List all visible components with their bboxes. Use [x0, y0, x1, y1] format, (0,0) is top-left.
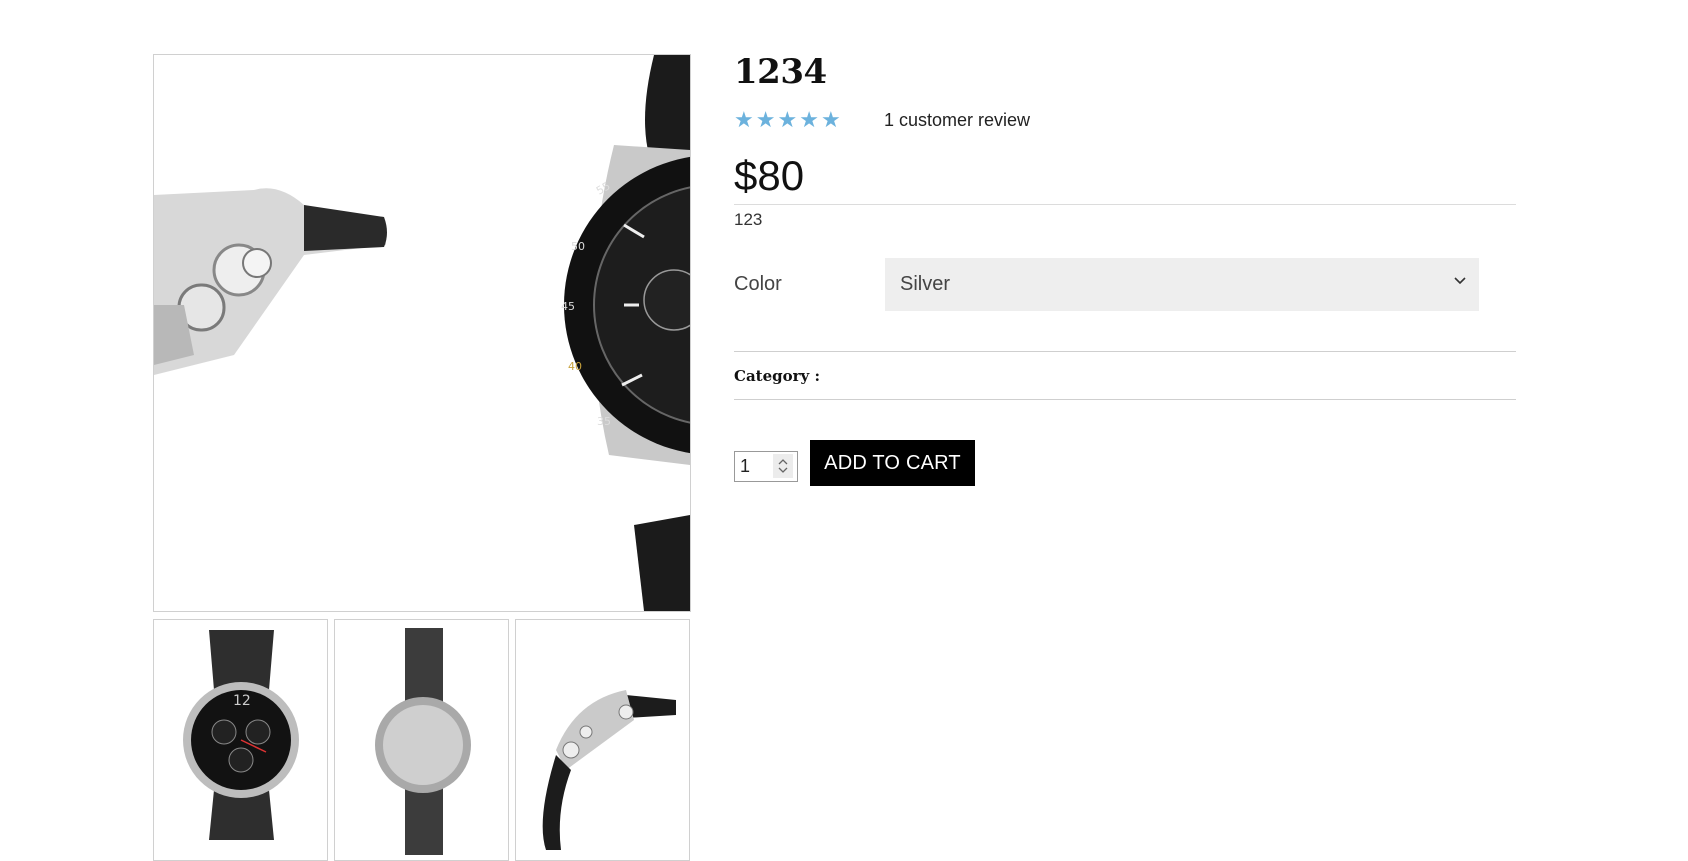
- product-price: $80: [734, 152, 805, 199]
- short-description: 123: [734, 210, 763, 229]
- thumbnail-side[interactable]: [515, 619, 690, 861]
- star-icon: ★: [799, 107, 819, 132]
- product-summary: 1234 ★ ★ ★ ★ ★ 1 customer review $80 123…: [734, 48, 1516, 486]
- star-rating: ★ ★ ★ ★ ★: [734, 109, 884, 131]
- chevron-down-icon: [1454, 277, 1466, 285]
- color-label: Color: [734, 273, 782, 295]
- add-to-cart-button[interactable]: ADD TO CART: [810, 440, 975, 486]
- thumbnail-front[interactable]: 12: [153, 619, 328, 861]
- svg-text:45: 45: [561, 300, 575, 313]
- price-divider: [734, 204, 1516, 205]
- quantity-stepper[interactable]: 1: [734, 450, 798, 482]
- cart-form: 1 ADD TO CART: [734, 440, 1516, 486]
- rating-row: ★ ★ ★ ★ ★ 1 customer review: [734, 106, 1516, 134]
- svg-text:12: 12: [233, 693, 251, 709]
- svg-text:40: 40: [568, 360, 582, 373]
- watch-front-image: 12: [183, 630, 299, 840]
- color-select[interactable]: Silver: [885, 258, 1479, 311]
- category-label: Category :: [734, 366, 821, 385]
- star-icon: ★: [734, 107, 754, 132]
- chevron-up-icon: [778, 459, 788, 465]
- variation-row: Color Silver: [734, 258, 1516, 311]
- svg-text:35: 35: [597, 415, 611, 428]
- spinner-arrows[interactable]: [773, 454, 793, 478]
- main-product-image[interactable]: 55 50 45 40 35: [153, 54, 691, 612]
- watch-side-zoom-image: 55 50 45 40 35: [154, 55, 690, 611]
- watch-back-image: [375, 628, 471, 855]
- star-icon: ★: [755, 107, 776, 132]
- thumbnail-back[interactable]: [334, 619, 509, 861]
- product-gallery: 55 50 45 40 35 12: [153, 54, 693, 861]
- customer-review-link[interactable]: 1 customer review: [884, 110, 1030, 131]
- chevron-down-icon: [778, 467, 788, 473]
- star-icon: ★: [777, 107, 798, 132]
- thumbnail-strip: 12: [153, 619, 693, 861]
- quantity-value: 1: [740, 455, 751, 476]
- svg-text:50: 50: [571, 240, 585, 253]
- star-icon: ★: [820, 107, 841, 132]
- product-meta: Category :: [734, 351, 1516, 400]
- color-select-value: Silver: [900, 273, 951, 295]
- watch-side-image: [542, 690, 676, 850]
- product-title: 1234: [734, 52, 827, 92]
